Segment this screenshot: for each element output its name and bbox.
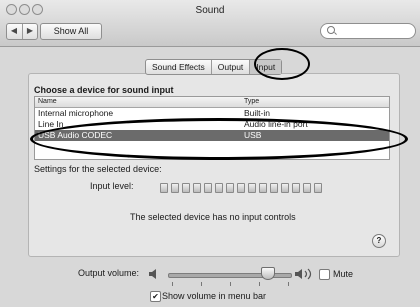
level-segment [292,183,300,193]
show-volume-checkbox[interactable]: ✔ [150,291,161,302]
show-volume-label: Show volume in menu bar [162,291,267,301]
slider-tick [230,282,231,286]
slider-tick [201,282,202,286]
level-segment [281,183,289,193]
no-controls-message: The selected device has no input control… [130,212,296,222]
level-segment [314,183,322,193]
settings-label: Settings for the selected device: [34,164,162,174]
tab-output[interactable]: Output [212,60,251,74]
level-segment [237,183,245,193]
speaker-loud-icon [295,268,312,280]
slider-tick [288,282,289,286]
table-header: Name Type [35,97,389,108]
speaker-quiet-icon [149,269,156,279]
slider-tick [172,282,173,286]
level-segment [171,183,179,193]
show-all-button[interactable]: Show All [40,23,102,40]
level-segment [160,183,168,193]
search-input[interactable] [320,23,416,39]
window-title: Sound [195,5,225,16]
level-segment [270,183,278,193]
input-level-label: Input level: [90,181,134,191]
forward-arrow-icon[interactable]: ▶ [23,26,37,35]
annotation-oval-device-rows [30,118,408,160]
annotation-oval-input-tab [254,48,310,80]
level-segment [248,183,256,193]
mute-checkbox[interactable] [319,269,330,280]
level-segment [226,183,234,193]
tab-sound-effects[interactable]: Sound Effects [146,60,212,74]
level-segment [182,183,190,193]
volume-slider-thumb[interactable] [261,267,276,280]
back-forward-control: ◀ ▶ [6,23,38,40]
level-segment [215,183,223,193]
device-list-heading: Choose a device for sound input [34,85,174,95]
slider-tick [259,282,260,286]
column-header-type[interactable]: Type [244,98,259,105]
input-level-meter [160,183,322,193]
device-name: Internal microphone [38,108,114,118]
level-segment [204,183,212,193]
help-icon[interactable]: ? [372,234,386,248]
output-volume-label: Output volume: [78,268,140,278]
level-segment [259,183,267,193]
column-header-name[interactable]: Name [38,98,57,105]
search-icon [327,26,335,34]
back-arrow-icon[interactable]: ◀ [7,26,21,35]
level-segment [303,183,311,193]
level-segment [193,183,201,193]
mute-label: Mute [333,269,354,279]
